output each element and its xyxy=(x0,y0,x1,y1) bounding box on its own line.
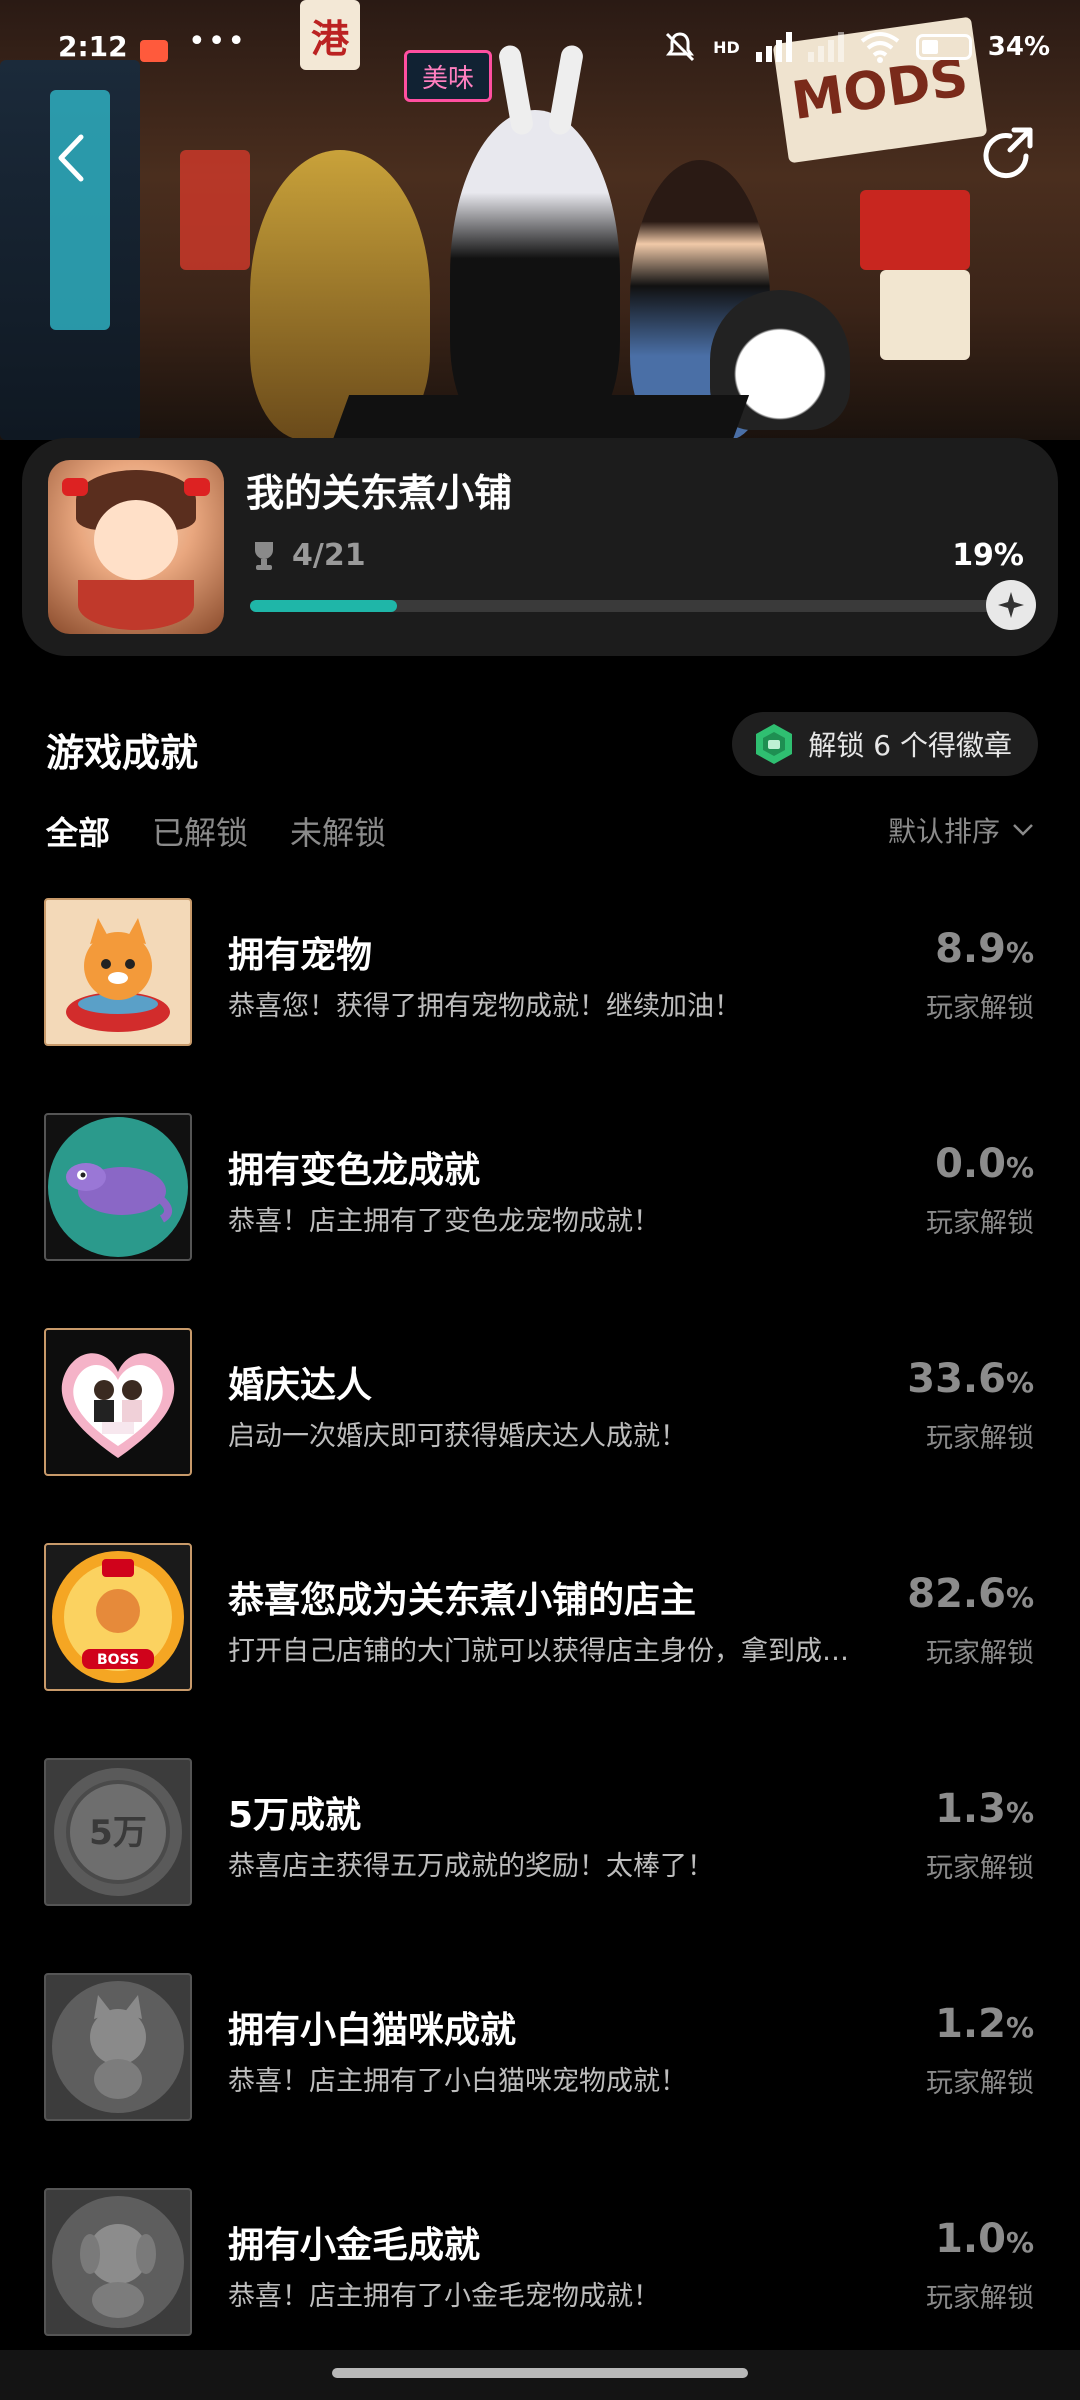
achievement-name: 拥有小白猫咪成就 xyxy=(228,2010,517,2051)
achievement-percent: 1.2% xyxy=(935,2001,1034,2047)
more-notifications-icon: ••• xyxy=(188,24,248,59)
progress-end-badge xyxy=(986,580,1036,630)
share-button[interactable] xyxy=(976,122,1040,186)
achievement-sub-label: 玩家解锁 xyxy=(926,1208,1034,1239)
status-right: HD 34% xyxy=(663,30,1050,64)
achievement-item[interactable]: 拥有宠物 恭喜您！获得了拥有宠物成就！继续加油！ 8.9% 玩家解锁 xyxy=(0,880,1080,1095)
achievement-item[interactable]: 婚庆达人 启动一次婚庆即可获得婚庆达人成就！ 33.6% 玩家解锁 xyxy=(0,1310,1080,1525)
achievement-name: 5万成就 xyxy=(228,1795,362,1836)
achievement-name: 拥有变色龙成就 xyxy=(228,1150,481,1191)
sparkle-icon xyxy=(998,592,1024,618)
achievement-percent: 82.6% xyxy=(907,1571,1034,1617)
signal-2-icon xyxy=(807,32,844,62)
achievement-list: 拥有宠物 恭喜您！获得了拥有宠物成就！继续加油！ 8.9% 玩家解锁 拥有变色龙… xyxy=(0,880,1080,2385)
achievement-desc: 启动一次婚庆即可获得婚庆达人成就！ xyxy=(228,1421,687,1452)
tab-all[interactable]: 全部 xyxy=(46,808,110,854)
achievement-sub-label: 玩家解锁 xyxy=(926,1423,1034,1454)
achievement-item[interactable]: 拥有小白猫咪成就 恭喜！店主拥有了小白猫咪宠物成就！ 1.2% 玩家解锁 xyxy=(0,1955,1080,2170)
achievement-name: 恭喜您成为关东煮小铺的店主 xyxy=(228,1580,697,1621)
achievement-sub-label: 玩家解锁 xyxy=(926,993,1034,1024)
game-banner: 港 美味 MODS 2:12 ••• HD 34% xyxy=(0,0,1080,440)
achievement-item[interactable]: BOSS 恭喜您成为关东煮小铺的店主 打开自己店铺的大门就可以获得店主身份，拿到… xyxy=(0,1525,1080,1740)
game-progress-card[interactable]: 我的关东煮小铺 4/21 19% xyxy=(22,438,1058,656)
badge-reward-pill[interactable]: 解锁 6 个得徽章 xyxy=(732,712,1038,776)
achievement-name: 婚庆达人 xyxy=(228,1365,373,1406)
achievement-sub-label: 玩家解锁 xyxy=(926,2283,1034,2314)
battery-icon xyxy=(915,34,972,60)
svg-text:BOSS: BOSS xyxy=(97,1652,139,1668)
chevron-down-icon xyxy=(1013,824,1033,836)
trophy-count: 4/21 xyxy=(250,538,366,573)
achievement-desc: 恭喜您！获得了拥有宠物成就！继续加油！ xyxy=(228,991,741,1022)
achievement-name: 拥有小金毛成就 xyxy=(228,2225,481,2266)
achievement-percent: 0.0% xyxy=(935,1141,1034,1187)
battery-percent: 34% xyxy=(987,32,1050,62)
achievement-percent: 33.6% xyxy=(907,1356,1034,1402)
achievement-percent: 1.3% xyxy=(935,1786,1034,1832)
svg-text:5万: 5万 xyxy=(89,1813,147,1853)
sort-label: 默认排序 xyxy=(887,815,1000,848)
achievement-sub-label: 玩家解锁 xyxy=(926,1853,1034,1884)
filter-tabs: 全部 已解锁 未解锁 xyxy=(46,808,386,854)
achievement-desc: 恭喜！店主拥有了变色龙宠物成就！ xyxy=(228,1206,660,1237)
achievement-percent: 1.0% xyxy=(935,2216,1034,2262)
unlocked-count: 4/21 xyxy=(292,538,366,573)
mute-bell-icon xyxy=(666,32,695,62)
golden-puppy-icon xyxy=(44,2188,192,2336)
coin-50k-icon: 5万 xyxy=(44,1758,192,1906)
achievement-sub-label: 玩家解锁 xyxy=(926,1638,1034,1669)
achievement-desc: 恭喜！店主拥有了小金毛宠物成就！ xyxy=(228,2281,660,2312)
status-bar: 2:12 ••• HD 34% xyxy=(0,0,1080,100)
section-title: 游戏成就 xyxy=(46,731,199,775)
boss-medal-icon: BOSS xyxy=(44,1543,192,1691)
achievements-page: 港 美味 MODS 2:12 ••• HD 34% 我的关东煮小铺 4/21 1… xyxy=(0,0,1080,2400)
game-thumbnail xyxy=(48,460,224,634)
tab-locked[interactable]: 未解锁 xyxy=(290,808,386,854)
achievement-item[interactable]: 拥有变色龙成就 恭喜！店主拥有了变色龙宠物成就！ 0.0% 玩家解锁 xyxy=(0,1095,1080,1310)
badge-icon xyxy=(756,724,793,764)
game-title: 我的关东煮小铺 xyxy=(246,471,513,515)
hd-label: HD xyxy=(713,37,740,57)
sort-dropdown[interactable]: 默认排序 xyxy=(888,810,1034,850)
wedding-heart-icon xyxy=(44,1328,192,1476)
achievement-desc: 恭喜！店主拥有了小白猫咪宠物成就！ xyxy=(228,2066,687,2097)
status-time: 2:12 xyxy=(58,30,128,63)
wifi-icon xyxy=(860,32,899,63)
tab-unlocked[interactable]: 已解锁 xyxy=(152,808,248,854)
back-button[interactable] xyxy=(48,128,92,188)
completion-progress-bar xyxy=(250,580,1036,630)
share-icon xyxy=(983,127,1033,179)
signal-icon xyxy=(755,32,792,62)
progress-fill xyxy=(250,600,398,612)
completion-percent: 19% xyxy=(952,538,1024,573)
title-art-splash xyxy=(330,395,750,440)
achievement-desc: 打开自己店铺的大门就可以获得店主身份，拿到成… xyxy=(228,1636,849,1667)
achievement-item[interactable]: 5万 5万成就 恭喜店主获得五万成就的奖励！太棒了！ 1.3% 玩家解锁 xyxy=(0,1740,1080,1955)
white-cat-icon xyxy=(44,1973,192,2121)
badge-prompt-text: 解锁 6 个得徽章 xyxy=(808,729,1012,762)
home-indicator[interactable] xyxy=(332,2368,748,2378)
achievement-name: 拥有宠物 xyxy=(228,935,373,976)
achievement-percent: 8.9% xyxy=(935,926,1034,972)
achievement-sub-label: 玩家解锁 xyxy=(926,2068,1034,2099)
chameleon-icon xyxy=(44,1113,192,1261)
achievement-desc: 恭喜店主获得五万成就的奖励！太棒了！ xyxy=(228,1851,714,1882)
cat-bowl-icon xyxy=(44,898,192,1046)
screen-record-icon xyxy=(140,40,168,62)
bunny-girl-character xyxy=(450,110,620,440)
trophy-icon xyxy=(255,541,273,570)
back-arrow-icon xyxy=(58,134,84,182)
